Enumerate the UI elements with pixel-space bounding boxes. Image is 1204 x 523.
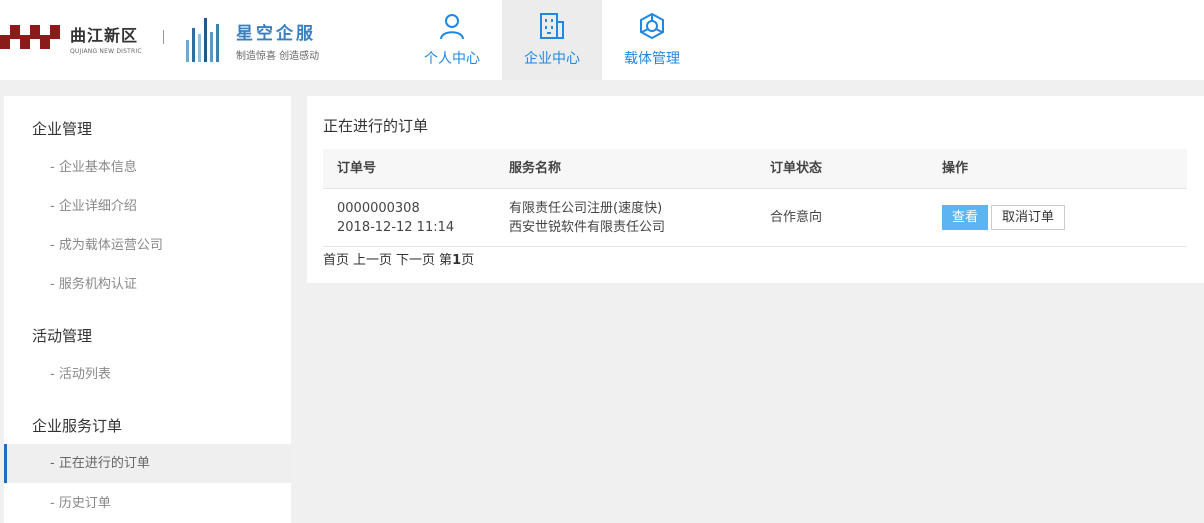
column-header: 操作 xyxy=(942,161,969,176)
qujiang-subtitle: QUJIANG NEW DISTRIC xyxy=(70,47,142,55)
cancel-order-button[interactable]: 取消订单 xyxy=(991,205,1065,230)
sidebar-item-basic-info[interactable]: - 企业基本信息 xyxy=(4,148,291,187)
pagination: 首页 上一页 下一页 第1页 xyxy=(323,249,474,268)
sidebar-group-title: 企业服务订单 xyxy=(32,417,123,435)
sidebar-item-detail-intro[interactable]: - 企业详细介绍 xyxy=(4,187,291,226)
order-number-cell: 0000000308 2018-12-12 11:14 xyxy=(337,199,454,237)
qujiang-name: 曲江新区 xyxy=(70,25,139,45)
page-title: 正在进行的订单 xyxy=(323,117,429,135)
sidebar-item-become-operator[interactable]: - 成为载体运营公司 xyxy=(4,226,291,265)
current-page-number: 1 xyxy=(452,253,462,268)
view-button[interactable]: 查看 xyxy=(942,205,988,230)
sidebar-item-ongoing-orders[interactable]: - 正在进行的订单 xyxy=(4,444,291,483)
page-suffix: 页 xyxy=(461,253,475,268)
next-page-link[interactable]: 下一页 xyxy=(396,249,435,268)
service-name-cell: 有限责任公司注册(速度快) 西安世锐软件有限责任公司 xyxy=(509,199,665,237)
order-number: 0000000308 xyxy=(337,201,420,216)
xingkong-slogan: 制造惊喜 创造感动 xyxy=(236,50,320,62)
qujiang-emblem-icon xyxy=(0,21,62,55)
main-panel: 正在进行的订单 订单号 服务名称 订单状态 操作 0000000308 2018… xyxy=(307,96,1204,283)
xingkong-logo[interactable]: 星空企服 制造惊喜 创造感动 xyxy=(186,15,319,65)
hexagon-icon xyxy=(640,12,664,40)
sidebar-item-history-orders[interactable]: - 历史订单 xyxy=(4,484,291,523)
table-header: 订单号 服务名称 订单状态 操作 xyxy=(323,149,1187,189)
first-page-link[interactable]: 首页 xyxy=(323,249,349,268)
building-icon xyxy=(540,13,564,39)
sidebar-item-activity-list[interactable]: - 活动列表 xyxy=(4,355,291,394)
sidebar-item-service-cert[interactable]: - 服务机构认证 xyxy=(4,265,291,304)
sidebar-group-title: 企业管理 xyxy=(32,120,93,138)
nav-label: 载体管理 xyxy=(624,51,680,67)
logo-divider xyxy=(163,30,164,44)
column-header: 订单号 xyxy=(337,161,377,176)
service-name: 有限责任公司注册(速度快) xyxy=(509,201,663,216)
order-date: 2018-12-12 11:14 xyxy=(337,220,455,235)
nav-enterprise-center[interactable]: 企业中心 xyxy=(502,0,602,80)
nav-personal-center[interactable]: 个人中心 xyxy=(402,0,502,80)
column-header: 订单状态 xyxy=(770,161,823,176)
table-row: 0000000308 2018-12-12 11:14 有限责任公司注册(速度快… xyxy=(323,189,1187,247)
main-nav: 个人中心 企业中心 载体管理 xyxy=(402,0,702,80)
sidebar: 企业管理 - 企业基本信息 - 企业详细介绍 - 成为载体运营公司 - 服务机构… xyxy=(4,96,291,523)
nav-label: 个人中心 xyxy=(424,51,480,67)
xingkong-bars-icon xyxy=(186,18,226,62)
company-name: 西安世锐软件有限责任公司 xyxy=(509,220,666,235)
top-header: 曲江新区 QUJIANG NEW DISTRIC 星空企服 制造惊喜 创造感动 … xyxy=(0,0,1204,80)
order-status: 合作意向 xyxy=(770,210,823,225)
nav-label: 企业中心 xyxy=(524,51,580,67)
prev-page-link[interactable]: 上一页 xyxy=(353,249,392,268)
column-header: 服务名称 xyxy=(509,161,562,176)
xingkong-name: 星空企服 xyxy=(236,23,316,44)
user-icon xyxy=(440,14,464,40)
page-prefix: 第 xyxy=(439,253,453,268)
qujiang-logo[interactable]: 曲江新区 QUJIANG NEW DISTRIC xyxy=(0,18,142,58)
nav-carrier-management[interactable]: 载体管理 xyxy=(602,0,702,80)
sidebar-group-title: 活动管理 xyxy=(32,327,93,345)
current-page-indicator: 第1页 xyxy=(439,249,474,268)
